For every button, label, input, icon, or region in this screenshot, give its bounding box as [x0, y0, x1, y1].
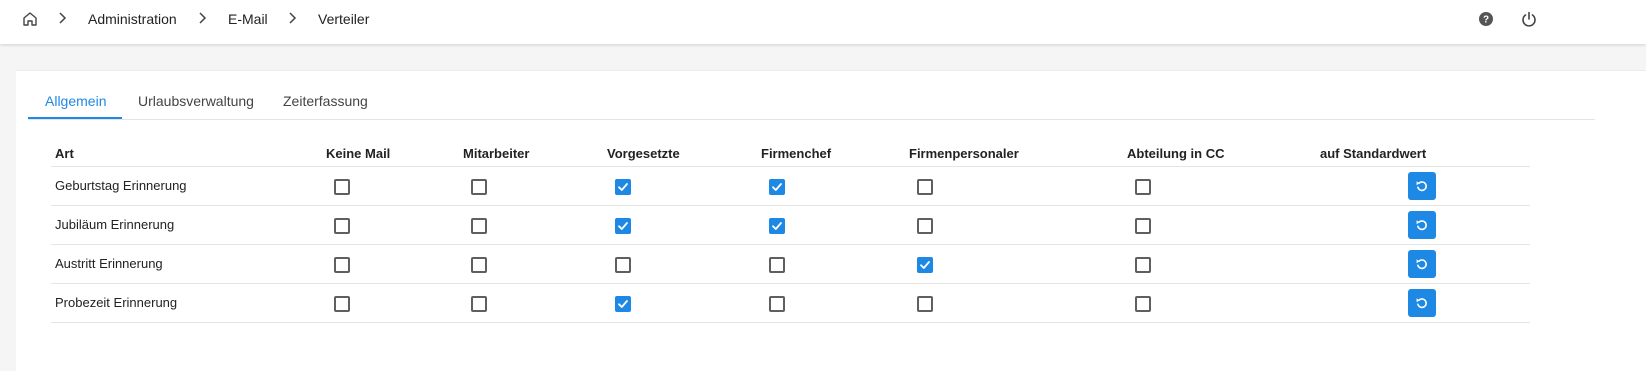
reset-to-default-button[interactable] — [1408, 211, 1436, 239]
check-icon — [772, 183, 782, 191]
checkbox-abteilung-in-cc[interactable] — [1135, 218, 1151, 234]
checkbox-firmenchef[interactable] — [769, 179, 785, 195]
checkbox-firmenpersonaler[interactable] — [917, 296, 933, 312]
reset-icon — [1416, 220, 1427, 231]
checkbox-vorgesetzte[interactable] — [615, 218, 631, 234]
checkbox-mitarbeiter[interactable] — [471, 218, 487, 234]
chevron-right-icon — [59, 12, 67, 24]
top-bar: Administration E-Mail Verteiler ? — [0, 0, 1646, 44]
svg-text:?: ? — [1483, 15, 1489, 26]
column-header-vorgesetzte: Vorgesetzte — [607, 146, 680, 161]
check-icon — [920, 261, 930, 269]
home-icon[interactable] — [21, 10, 39, 28]
help-circle-icon[interactable]: ? — [1477, 10, 1495, 28]
column-header-firmenpersonaler: Firmenpersonaler — [909, 146, 1019, 161]
checkbox-firmenpersonaler[interactable] — [917, 218, 933, 234]
settings-card: Allgemein Urlaubsverwaltung Zeiterfassun… — [16, 70, 1646, 371]
column-header-abteilung-in-cc: Abteilung in CC — [1127, 146, 1225, 161]
table-row: Probezeit Erinnerung — [51, 284, 1530, 323]
breadcrumb-item-verteiler: Verteiler — [318, 11, 370, 27]
row-label: Probezeit Erinnerung — [55, 295, 178, 310]
checkbox-firmenchef[interactable] — [769, 257, 785, 273]
column-header-keine-mail: Keine Mail — [326, 146, 391, 161]
checkbox-firmenchef[interactable] — [769, 296, 785, 312]
table-row: Geburtstag Erinnerung — [51, 167, 1530, 206]
tab-urlaubsverwaltung[interactable]: Urlaubsverwaltung — [138, 93, 254, 109]
row-label: Austritt Erinnerung — [55, 256, 163, 271]
tab-zeiterfassung[interactable]: Zeiterfassung — [283, 93, 368, 109]
checkbox-firmenpersonaler[interactable] — [917, 257, 933, 273]
reset-icon — [1416, 259, 1427, 270]
checkbox-vorgesetzte[interactable] — [615, 179, 631, 195]
tabs-divider — [28, 119, 1595, 120]
checkbox-mitarbeiter[interactable] — [471, 179, 487, 195]
checkbox-abteilung-in-cc[interactable] — [1135, 179, 1151, 195]
reset-to-default-button[interactable] — [1408, 250, 1436, 278]
row-label: Jubiläum Erinnerung — [55, 217, 175, 232]
checkbox-vorgesetzte[interactable] — [615, 257, 631, 273]
row-label: Geburtstag Erinnerung — [55, 178, 187, 193]
checkbox-keine-mail[interactable] — [334, 218, 350, 234]
checkbox-mitarbeiter[interactable] — [471, 257, 487, 273]
table-row: Austritt Erinnerung — [51, 245, 1530, 284]
column-header-mitarbeiter: Mitarbeiter — [463, 146, 530, 161]
checkbox-abteilung-in-cc[interactable] — [1135, 257, 1151, 273]
column-header-art: Art — [55, 146, 74, 161]
breadcrumb-item-email[interactable]: E-Mail — [228, 10, 268, 28]
power-icon[interactable] — [1520, 10, 1538, 28]
check-icon — [772, 222, 782, 230]
checkbox-keine-mail[interactable] — [334, 257, 350, 273]
breadcrumb-item-administration[interactable]: Administration — [88, 10, 177, 28]
reset-icon — [1416, 181, 1427, 192]
chevron-right-icon — [289, 12, 297, 24]
reset-icon — [1416, 298, 1427, 309]
checkbox-firmenchef[interactable] — [769, 218, 785, 234]
check-icon — [618, 222, 628, 230]
checkbox-vorgesetzte[interactable] — [615, 296, 631, 312]
table-row: Jubiläum Erinnerung — [51, 206, 1530, 245]
check-icon — [618, 300, 628, 308]
checkbox-firmenpersonaler[interactable] — [917, 179, 933, 195]
chevron-right-icon — [199, 12, 207, 24]
tab-allgemein[interactable]: Allgemein — [45, 93, 106, 109]
checkbox-keine-mail[interactable] — [334, 296, 350, 312]
column-header-auf-standardwert: auf Standardwert — [1320, 146, 1427, 161]
check-icon — [618, 183, 628, 191]
reset-to-default-button[interactable] — [1408, 172, 1436, 200]
checkbox-mitarbeiter[interactable] — [471, 296, 487, 312]
reset-to-default-button[interactable] — [1408, 289, 1436, 317]
column-header-firmenchef: Firmenchef — [761, 146, 832, 161]
checkbox-abteilung-in-cc[interactable] — [1135, 296, 1151, 312]
checkbox-keine-mail[interactable] — [334, 179, 350, 195]
